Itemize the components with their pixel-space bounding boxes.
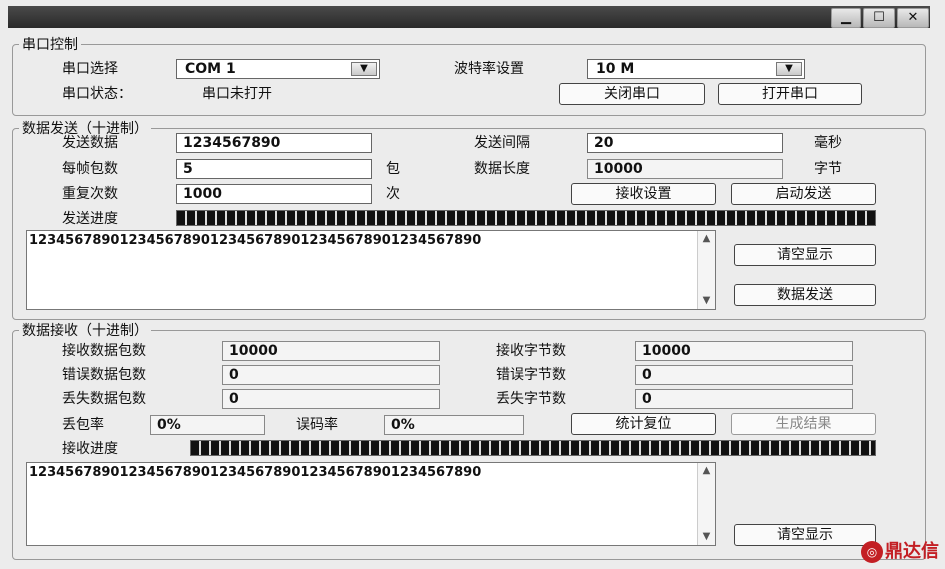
open-port-button[interactable]: 打开串口 <box>718 83 862 105</box>
send-progress-bar <box>176 210 876 226</box>
close-port-button[interactable]: 关闭串口 <box>559 83 705 105</box>
packets-per-frame-label: 每帧包数 <box>62 161 118 177</box>
send-progress-label: 发送进度 <box>62 211 118 227</box>
interval-label: 发送间隔 <box>474 135 530 151</box>
minimize-button[interactable]: ▁ <box>831 8 861 28</box>
port-value: COM 1 <box>185 61 236 77</box>
minimize-icon: ▁ <box>841 10 851 25</box>
recv-display-text: 1234567890123456789012345678901234567890… <box>29 465 482 480</box>
loss-rate-label: 丢包率 <box>62 417 104 433</box>
status-label: 串口状态： <box>62 86 132 102</box>
start-send-button[interactable]: 启动发送 <box>731 183 876 205</box>
lost-bytes-field[interactable]: 0 <box>635 389 853 409</box>
recv-display-scrollbar[interactable]: ▲ ▼ <box>697 463 715 545</box>
repeat-count-label: 重复次数 <box>62 186 118 202</box>
chevron-down-icon[interactable]: ▼ <box>776 62 802 76</box>
repeat-unit: 次 <box>386 186 400 202</box>
packets-per-frame-field[interactable]: 5 <box>176 159 372 179</box>
send-display-text: 1234567890123456789012345678901234567890… <box>29 233 482 248</box>
recv-bytes-label: 接收字节数 <box>496 343 566 359</box>
port-label: 串口选择 <box>62 61 118 77</box>
watermark-logo: ◎ 鼎达信 <box>861 537 939 563</box>
serial-group-title: 串口控制 <box>19 34 81 54</box>
data-length-label: 数据长度 <box>474 161 530 177</box>
maximize-button[interactable]: ☐ <box>863 8 895 28</box>
app-window: ▁ ☐ ✕ 串口控制 串口选择 COM 1 ▼ 波特率设置 10 M ▼ 串口状… <box>0 0 945 569</box>
loss-rate-field[interactable]: 0% <box>150 415 265 435</box>
recv-packets-field[interactable]: 10000 <box>222 341 440 361</box>
port-select[interactable]: COM 1 ▼ <box>176 59 380 79</box>
send-data-button[interactable]: 数据发送 <box>734 284 876 306</box>
data-length-field[interactable]: 10000 <box>587 159 783 179</box>
scroll-up-icon[interactable]: ▲ <box>699 232 714 246</box>
close-button[interactable]: ✕ <box>897 8 929 28</box>
send-data-field[interactable]: 1234567890 <box>176 133 372 153</box>
maximize-icon: ☐ <box>873 10 885 25</box>
reset-stats-button[interactable]: 统计复位 <box>571 413 716 435</box>
watermark-text: 鼎达信 <box>885 541 939 562</box>
repeat-count-field[interactable]: 1000 <box>176 184 372 204</box>
ber-field[interactable]: 0% <box>384 415 524 435</box>
recv-display-area[interactable]: 1234567890123456789012345678901234567890… <box>26 462 716 546</box>
scroll-up-icon[interactable]: ▲ <box>699 464 714 478</box>
interval-field[interactable]: 20 <box>587 133 783 153</box>
send-display-area[interactable]: 1234567890123456789012345678901234567890… <box>26 230 716 310</box>
err-bytes-field[interactable]: 0 <box>635 365 853 385</box>
scroll-down-icon[interactable]: ▼ <box>699 294 714 308</box>
recv-progress-bar <box>190 440 876 456</box>
receive-settings-button[interactable]: 接收设置 <box>571 183 716 205</box>
chevron-down-icon[interactable]: ▼ <box>351 62 377 76</box>
baud-label: 波特率设置 <box>454 61 524 77</box>
send-display-scrollbar[interactable]: ▲ ▼ <box>697 231 715 309</box>
send-data-label: 发送数据 <box>62 135 118 151</box>
err-packets-label: 错误数据包数 <box>62 367 146 383</box>
ber-label: 误码率 <box>296 417 338 433</box>
err-bytes-label: 错误字节数 <box>496 367 566 383</box>
clear-recv-display-button[interactable]: 请空显示 <box>734 524 876 546</box>
status-value: 串口未打开 <box>202 86 272 102</box>
title-bar: ▁ ☐ ✕ <box>8 6 930 28</box>
recv-progress-label: 接收进度 <box>62 441 118 457</box>
lost-bytes-label: 丢失字节数 <box>496 391 566 407</box>
lost-packets-field[interactable]: 0 <box>222 389 440 409</box>
baud-select[interactable]: 10 M ▼ <box>587 59 805 79</box>
clear-send-display-button[interactable]: 请空显示 <box>734 244 876 266</box>
close-icon: ✕ <box>907 10 919 25</box>
data-length-unit: 字节 <box>814 161 842 177</box>
logo-icon: ◎ <box>861 541 883 563</box>
receive-group-title: 数据接收（十进制） <box>19 320 151 340</box>
err-packets-field[interactable]: 0 <box>222 365 440 385</box>
client-area: 串口控制 串口选择 COM 1 ▼ 波特率设置 10 M ▼ 串口状态： 串口未… <box>8 30 930 562</box>
packets-unit: 包 <box>386 161 400 177</box>
generate-result-button[interactable]: 生成结果 <box>731 413 876 435</box>
scroll-down-icon[interactable]: ▼ <box>699 530 714 544</box>
recv-bytes-field[interactable]: 10000 <box>635 341 853 361</box>
lost-packets-label: 丢失数据包数 <box>62 391 146 407</box>
recv-packets-label: 接收数据包数 <box>62 343 146 359</box>
baud-value: 10 M <box>596 61 635 77</box>
interval-unit: 毫秒 <box>814 135 842 151</box>
